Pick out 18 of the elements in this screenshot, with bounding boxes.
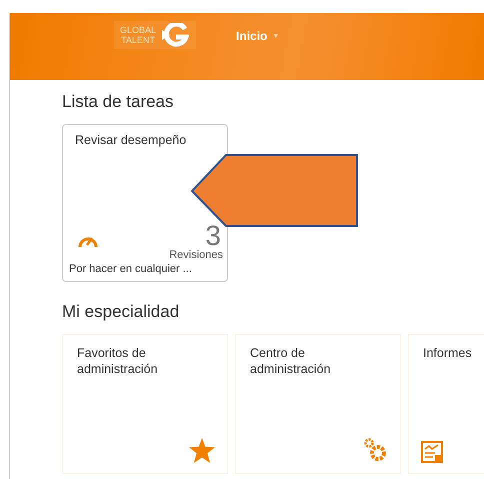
logo-icon [160, 23, 190, 47]
tile-footer: Por hacer en cualquier ... [69, 263, 223, 275]
count-unit: Revisiones [168, 249, 223, 261]
gears-icon [362, 437, 388, 463]
count: 3 [205, 223, 221, 249]
task-tile[interactable]: Revisar desempeño 3 Revisiones Por hacer en cualquier ... [62, 124, 228, 282]
star-icon [189, 438, 215, 463]
tile-title: Revisar desempeño [75, 133, 188, 147]
report-icon [421, 441, 443, 463]
tile-title: Favoritos de administración [77, 345, 159, 377]
app-tile[interactable]: Favoritos de administración [62, 334, 228, 474]
section-title: Lista de tareas [62, 92, 175, 112]
tile-title: Informes [423, 345, 473, 361]
logo: GLOBAL TALENT [114, 21, 196, 49]
tile-title: Centro de administración [250, 345, 332, 377]
app-tile[interactable]: Centro de administración [235, 334, 401, 474]
app-tile[interactable]: Informes [408, 334, 484, 474]
section-title: Mi especialidad [62, 302, 180, 322]
